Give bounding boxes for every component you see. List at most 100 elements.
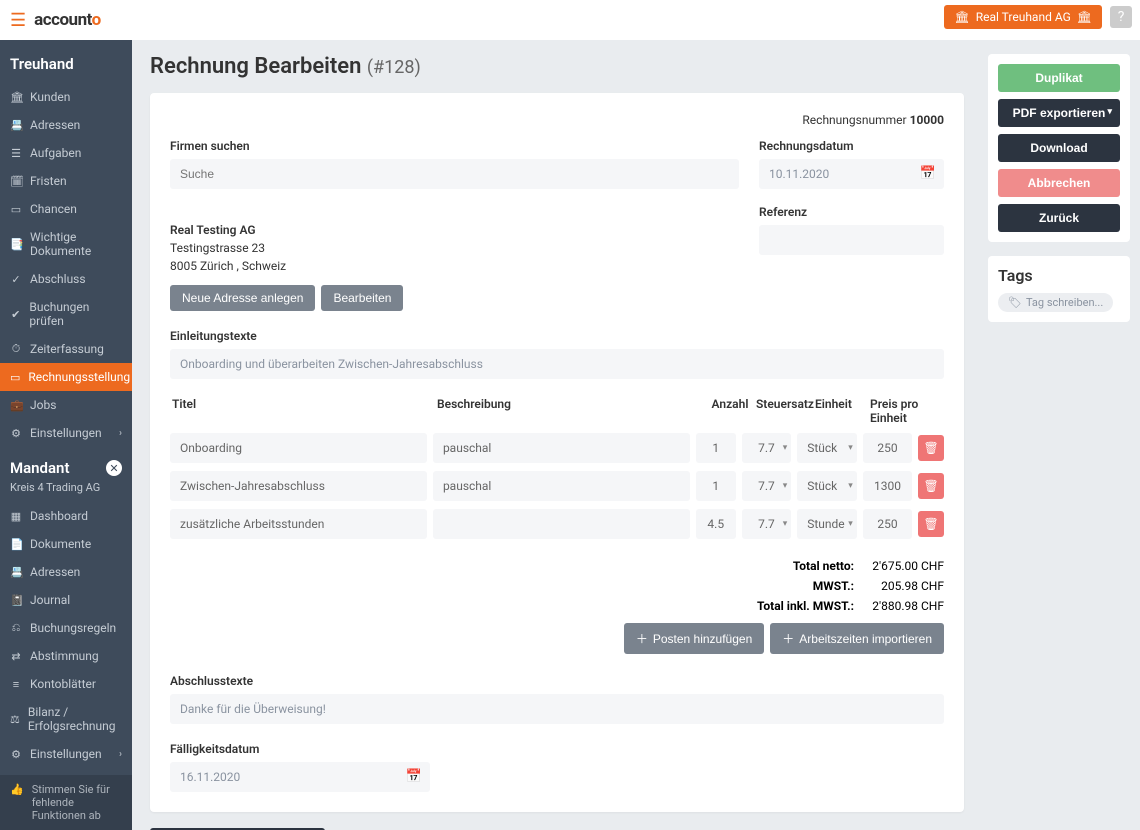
pdf-export-button[interactable]: PDF exportieren▾ bbox=[998, 99, 1120, 127]
edit-address-button[interactable]: Bearbeiten bbox=[321, 285, 403, 311]
add-item-label: Posten hinzufügen bbox=[653, 632, 752, 646]
plus-icon: ＋ bbox=[782, 630, 794, 647]
item-tax-select[interactable]: 7.7▾ bbox=[742, 509, 792, 539]
intro-text-input[interactable]: Onboarding und überarbeiten Zwischen-Jah… bbox=[170, 349, 944, 379]
delete-item-button[interactable]: 🗑 bbox=[918, 473, 944, 499]
sidebar-item-buchungen-pr-fen[interactable]: ✔Buchungen prüfen bbox=[0, 293, 132, 335]
sidebar-item-chancen[interactable]: ▭Chancen bbox=[0, 195, 132, 223]
help-icon[interactable]: ? bbox=[1110, 6, 1132, 28]
line-item: Onboardingpauschal17.7▾Stück▾250🗑 bbox=[170, 433, 944, 463]
sidebar-item-dashboard[interactable]: ▦Dashboard bbox=[0, 502, 132, 530]
cancel-button[interactable]: Abbrechen bbox=[998, 169, 1120, 197]
item-price-input[interactable]: 250 bbox=[863, 433, 913, 463]
company-name: Real Testing AG bbox=[170, 221, 739, 239]
item-price-input[interactable]: 1300 bbox=[863, 471, 913, 501]
due-date-input[interactable]: 16.11.2020 📅 bbox=[170, 762, 430, 792]
item-qty-input[interactable]: 1 bbox=[696, 433, 736, 463]
item-title-input[interactable]: Onboarding bbox=[170, 433, 427, 463]
top-bar: ☰ accounto 🏛 Real Treuhand AG 🏛 ? bbox=[0, 0, 1140, 40]
org-badge[interactable]: 🏛 Real Treuhand AG 🏛 bbox=[944, 5, 1102, 29]
sidebar-item-bilanz-erfolgsrechnung[interactable]: ⚖Bilanz / Erfolgsrechnung bbox=[0, 698, 132, 740]
sidebar-item-jobs[interactable]: 💼Jobs bbox=[0, 391, 132, 419]
sidebar-item-wichtige-dokumente[interactable]: 📑Wichtige Dokumente bbox=[0, 223, 132, 265]
totals: Total netto:2'675.00 CHF MWST.:205.98 CH… bbox=[170, 559, 944, 613]
nav-label: Bilanz / Erfolgsrechnung bbox=[28, 705, 122, 733]
nav-label: Kunden bbox=[30, 90, 70, 104]
add-item-button[interactable]: ＋ Posten hinzufügen bbox=[624, 623, 764, 654]
sidebar-item-rechnungsstellung[interactable]: ▭Rechnungsstellung bbox=[0, 363, 132, 391]
sidebar-item-buchungsregeln[interactable]: ⎌Buchungsregeln bbox=[0, 614, 132, 642]
line-item: zusätzliche Arbeitsstunden 4.57.7▾Stunde▾… bbox=[170, 509, 944, 539]
item-qty-input[interactable]: 1 bbox=[696, 471, 736, 501]
item-price-input[interactable]: 250 bbox=[863, 509, 913, 539]
chevron-down-icon: ▾ bbox=[783, 481, 788, 491]
nav-icon: 📄 bbox=[10, 538, 22, 551]
sidebar-item-adressen[interactable]: 📇Adressen bbox=[0, 111, 132, 139]
item-desc-input[interactable]: pauschal bbox=[433, 433, 690, 463]
search-input-field[interactable] bbox=[180, 167, 729, 181]
delete-item-button[interactable]: 🗑 bbox=[918, 511, 944, 537]
company-street: Testingstrasse 23 bbox=[170, 239, 739, 257]
delete-item-button[interactable]: 🗑 bbox=[918, 435, 944, 461]
sidebar-item-einstellungen[interactable]: ⚙Einstellungen› bbox=[0, 419, 132, 447]
item-unit-select[interactable]: Stück▾ bbox=[797, 433, 856, 463]
closing-label: Abschlusstexte bbox=[170, 674, 944, 688]
item-tax-select[interactable]: 7.7▾ bbox=[742, 433, 792, 463]
item-unit-select[interactable]: Stunde▾ bbox=[797, 509, 856, 539]
nav-label: Einstellungen bbox=[30, 426, 102, 440]
sidebar-item-zeiterfassung[interactable]: ⏱Zeiterfassung bbox=[0, 335, 132, 363]
plus-icon: ＋ bbox=[636, 630, 648, 647]
due-date-value: 16.11.2020 bbox=[180, 770, 240, 784]
search-input[interactable] bbox=[170, 159, 739, 189]
close-icon[interactable]: ✕ bbox=[106, 460, 122, 476]
item-unit-select[interactable]: Stück▾ bbox=[797, 471, 856, 501]
nav-icon: ⚙ bbox=[10, 748, 22, 761]
nav-icon: ▭ bbox=[10, 203, 22, 216]
sidebar-item-fristen[interactable]: 🗓Fristen bbox=[0, 167, 132, 195]
new-address-button[interactable]: Neue Adresse anlegen bbox=[170, 285, 315, 311]
tag-input[interactable]: 🏷 Tag schreiben... bbox=[998, 293, 1113, 312]
sidebar-item-kontobl-tter[interactable]: ≡Kontoblätter bbox=[0, 670, 132, 698]
item-title-input[interactable]: Zwischen-Jahresabschluss bbox=[170, 471, 427, 501]
date-input[interactable]: 10.11.2020 📅 bbox=[759, 159, 944, 189]
nav-icon: ⇄ bbox=[10, 650, 22, 663]
logo[interactable]: accounto bbox=[34, 10, 101, 30]
import-times-label: Arbeitszeiten importieren bbox=[799, 632, 932, 646]
chevron-down-icon: ▾ bbox=[783, 443, 788, 453]
import-times-button[interactable]: ＋ Arbeitszeiten importieren bbox=[770, 623, 944, 654]
item-title-input[interactable]: zusätzliche Arbeitsstunden bbox=[170, 509, 427, 539]
item-desc-input[interactable]: pauschal bbox=[433, 471, 690, 501]
vote-box[interactable]: 👍 Stimmen Sie für fehlende Funktionen ab bbox=[0, 775, 132, 830]
chevron-right-icon: › bbox=[119, 428, 122, 439]
download-button[interactable]: Download bbox=[998, 134, 1120, 162]
sidebar-item-einstellungen[interactable]: ⚙Einstellungen› bbox=[0, 740, 132, 768]
nav-label: Journal bbox=[30, 593, 70, 607]
sidebar-item-kunden[interactable]: 🏛Kunden bbox=[0, 83, 132, 111]
nav-icon: 📑 bbox=[10, 238, 22, 251]
nav-label: Dashboard bbox=[30, 509, 88, 523]
item-desc-input[interactable] bbox=[433, 509, 690, 539]
closing-text-input[interactable]: Danke für die Überweisung! bbox=[170, 694, 944, 724]
total-netto: 2'675.00 CHF bbox=[854, 559, 944, 573]
sidebar-item-abschluss[interactable]: ✓Abschluss bbox=[0, 265, 132, 293]
nav-icon: ≡ bbox=[10, 678, 22, 691]
reference-input[interactable] bbox=[759, 225, 944, 255]
hamburger-icon[interactable]: ☰ bbox=[10, 10, 26, 31]
sidebar-item-journal[interactable]: 📓Journal bbox=[0, 586, 132, 614]
actions-card: Duplikat PDF exportieren▾ Download Abbre… bbox=[988, 54, 1130, 242]
page-title-number: (#128) bbox=[367, 57, 421, 78]
sidebar-item-adressen[interactable]: 📇Adressen bbox=[0, 558, 132, 586]
nav-icon: ⏱ bbox=[10, 342, 22, 356]
sidebar-item-aufgaben[interactable]: ☰Aufgaben bbox=[0, 139, 132, 167]
back-button[interactable]: Zurück bbox=[998, 204, 1120, 232]
duplicate-button[interactable]: Duplikat bbox=[998, 64, 1120, 92]
sidebar-item-abstimmung[interactable]: ⇄ Abstimmung bbox=[0, 642, 132, 670]
content-area: Rechnung Bearbeiten (#128) Rechnungsnumm… bbox=[132, 40, 1140, 830]
sidebar-item-dokumente[interactable]: 📄Dokumente bbox=[0, 530, 132, 558]
nav-label: Abstimmung bbox=[30, 649, 99, 663]
item-qty-input[interactable]: 4.5 bbox=[696, 509, 736, 539]
chevron-down-icon: ▾ bbox=[848, 443, 853, 453]
item-tax-select[interactable]: 7.7▾ bbox=[742, 471, 792, 501]
reference-label: Referenz bbox=[759, 205, 944, 219]
nav-label: Aufgaben bbox=[30, 146, 81, 160]
